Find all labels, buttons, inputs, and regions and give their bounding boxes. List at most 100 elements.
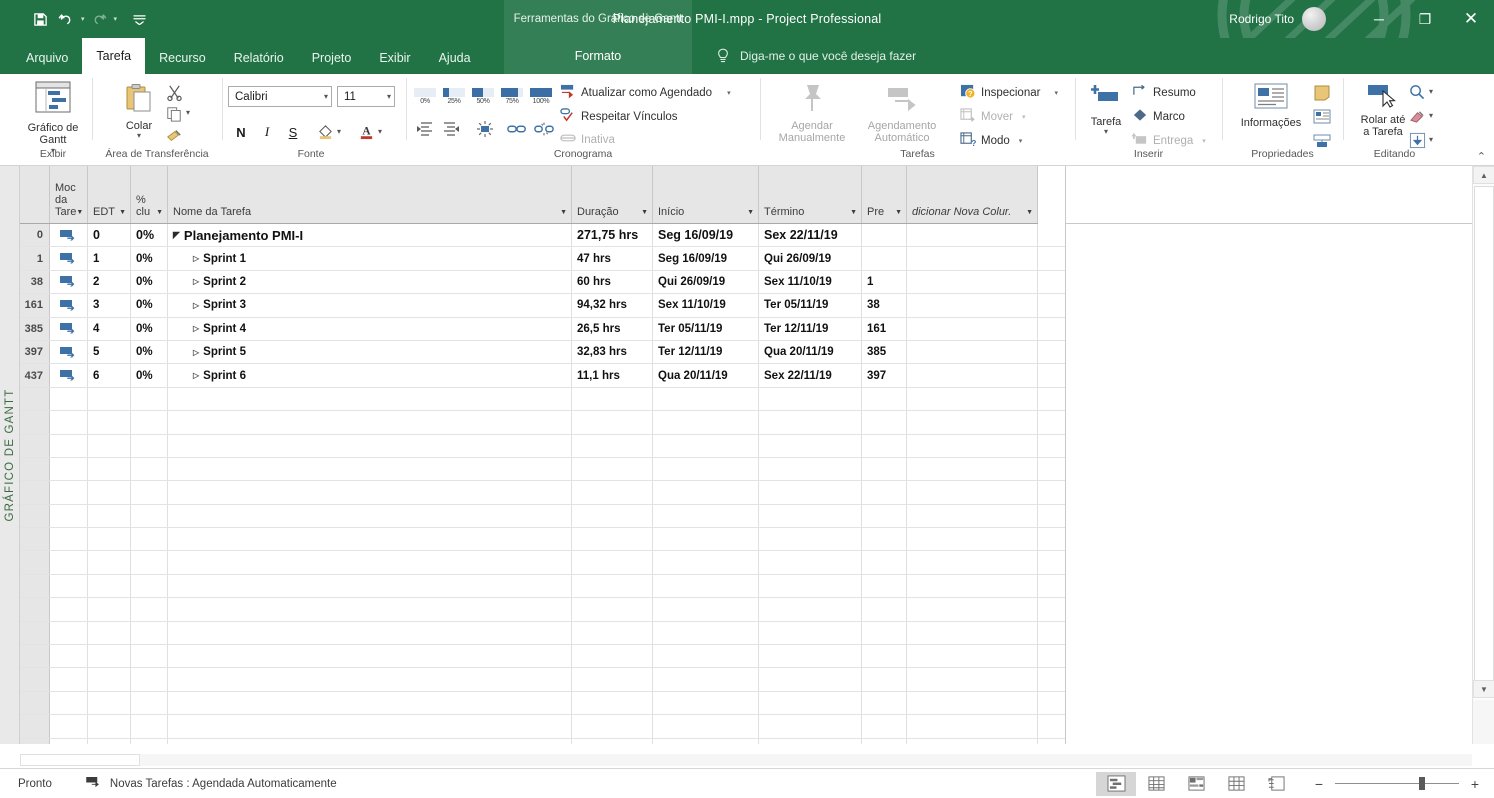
cell-addnew[interactable] — [907, 294, 1038, 316]
table-row[interactable]: 0➔00%◢Planejamento PMI-I271,75 hrsSeg 16… — [20, 224, 1065, 247]
column-filter-icon-finish[interactable]: ▼ — [850, 209, 857, 218]
cell-empty[interactable] — [862, 598, 907, 620]
cell-duration[interactable]: 26,5 hrs — [572, 318, 653, 340]
underline-button[interactable]: S — [283, 122, 303, 142]
cell-empty[interactable] — [88, 739, 131, 744]
account-area[interactable]: Rodrigo Tito — [1229, 0, 1326, 38]
tab-tarefa[interactable]: Tarefa — [82, 38, 145, 74]
cell-empty[interactable] — [907, 458, 1038, 480]
chevron-down-icon[interactable]: ▾ — [1019, 137, 1023, 145]
cell-empty[interactable] — [572, 528, 653, 550]
cell-name[interactable]: ▷Sprint 1 — [168, 247, 572, 269]
cell-empty[interactable] — [20, 458, 50, 480]
tab-arquivo[interactable]: Arquivo — [12, 42, 82, 74]
cell-empty[interactable] — [131, 435, 168, 457]
details-icon[interactable] — [1310, 106, 1334, 128]
task-mode-auto-icon[interactable]: ➔ — [60, 230, 77, 241]
cell-empty[interactable] — [88, 435, 131, 457]
cell-empty[interactable] — [572, 598, 653, 620]
column-header-start[interactable]: Início▼ — [653, 166, 759, 223]
cell-empty[interactable] — [653, 481, 759, 503]
cell-start[interactable]: Seg 16/09/19 — [653, 247, 759, 269]
column-header-addnew[interactable]: dicionar Nova Colur.▼ — [907, 166, 1038, 223]
cell-mode[interactable]: ➔ — [50, 318, 88, 340]
font-color-dropdown-icon[interactable]: ▾ — [378, 127, 382, 136]
table-row[interactable]: 1➔10%▷Sprint 147 hrsSeg 16/09/19Qui 26/0… — [20, 247, 1065, 270]
cell-empty[interactable] — [20, 739, 50, 744]
chevron-down-icon[interactable]: ▾ — [1104, 128, 1108, 136]
cell-id[interactable]: 0 — [20, 224, 50, 246]
table-row[interactable]: 38➔20%▷Sprint 260 hrsQui 26/09/19Sex 11/… — [20, 271, 1065, 294]
cell-empty[interactable] — [862, 715, 907, 737]
cell-empty[interactable] — [862, 528, 907, 550]
cell-empty[interactable] — [653, 645, 759, 667]
zoom-control[interactable]: − + — [1312, 776, 1482, 792]
table-row[interactable]: 437➔60%▷Sprint 611,1 hrsQua 20/11/19Sex … — [20, 364, 1065, 387]
chevron-down-icon[interactable]: ▾ — [1054, 89, 1058, 97]
cell-pct[interactable]: 0% — [131, 364, 168, 386]
cell-start[interactable]: Qui 26/09/19 — [653, 271, 759, 293]
cell-empty[interactable] — [50, 598, 88, 620]
cell-empty[interactable] — [131, 481, 168, 503]
cell-empty[interactable] — [572, 481, 653, 503]
cell-empty[interactable] — [759, 551, 862, 573]
avatar[interactable] — [1302, 7, 1326, 31]
cell-id[interactable]: 385 — [20, 318, 50, 340]
cell-mode[interactable]: ➔ — [50, 364, 88, 386]
cell-empty[interactable] — [168, 692, 572, 714]
cell-pred[interactable] — [862, 224, 907, 246]
cell-empty[interactable] — [862, 435, 907, 457]
column-filter-icon-name[interactable]: ▼ — [560, 209, 567, 218]
cell-empty[interactable] — [50, 435, 88, 457]
cell-empty[interactable] — [50, 528, 88, 550]
cell-empty[interactable] — [653, 551, 759, 573]
cell-empty[interactable] — [759, 458, 862, 480]
cell-duration[interactable]: 271,75 hrs — [572, 224, 653, 246]
update-as-scheduled-button[interactable]: Atualizar como Agendado ▾ — [560, 84, 731, 102]
table-row-empty[interactable] — [20, 715, 1065, 738]
cell-empty[interactable] — [88, 598, 131, 620]
column-header-mode[interactable]: Moc da Tare▼ — [50, 166, 88, 223]
cell-empty[interactable] — [907, 715, 1038, 737]
cell-empty[interactable] — [907, 692, 1038, 714]
restore-button[interactable]: ❐ — [1402, 0, 1448, 38]
cell-empty[interactable] — [20, 622, 50, 644]
cell-empty[interactable] — [759, 481, 862, 503]
cell-mode[interactable]: ➔ — [50, 271, 88, 293]
cell-empty[interactable] — [759, 622, 862, 644]
scroll-down-icon[interactable]: ▼ — [1473, 680, 1494, 698]
italic-button[interactable]: I — [257, 122, 277, 142]
column-filter-icon-duration[interactable]: ▼ — [641, 209, 648, 218]
respect-links-button[interactable]: Respeitar Vínculos — [560, 108, 678, 126]
cell-empty[interactable] — [572, 692, 653, 714]
expand-toggle-icon[interactable]: ▷ — [193, 371, 199, 380]
column-filter-icon-pred[interactable]: ▼ — [895, 209, 902, 218]
cell-mode[interactable]: ➔ — [50, 224, 88, 246]
table-row-empty[interactable] — [20, 411, 1065, 434]
indent-icon[interactable] — [440, 118, 462, 140]
vertical-scrollbar[interactable]: ▲ ▼ — [1472, 166, 1494, 744]
table-row-empty[interactable] — [20, 692, 1065, 715]
tab-projeto[interactable]: Projeto — [298, 42, 366, 74]
cell-pred[interactable]: 397 — [862, 364, 907, 386]
column-filter-icon-addnew[interactable]: ▼ — [1026, 209, 1033, 218]
cell-empty[interactable] — [131, 458, 168, 480]
font-name-combo[interactable]: Calibri ▾ — [228, 86, 332, 107]
cell-empty[interactable] — [759, 528, 862, 550]
cell-empty[interactable] — [907, 645, 1038, 667]
cell-empty[interactable] — [759, 505, 862, 527]
horizontal-scrollbar[interactable] — [20, 754, 1472, 766]
cell-addnew[interactable] — [907, 247, 1038, 269]
cell-empty[interactable] — [50, 411, 88, 433]
cell-empty[interactable] — [131, 411, 168, 433]
cell-empty[interactable] — [572, 388, 653, 410]
zoom-slider-thumb[interactable] — [1419, 777, 1425, 790]
column-header-id[interactable] — [20, 166, 50, 223]
status-new-tasks[interactable]: Novas Tarefas : Agendada Automaticamente — [86, 777, 337, 791]
cell-empty[interactable] — [572, 739, 653, 744]
inspect-button[interactable]: ? Inspecionar ▾ — [960, 84, 1058, 102]
font-color-icon[interactable]: A — [355, 121, 377, 142]
cell-finish[interactable]: Ter 12/11/19 — [759, 318, 862, 340]
cell-empty[interactable] — [653, 435, 759, 457]
cell-empty[interactable] — [862, 551, 907, 573]
